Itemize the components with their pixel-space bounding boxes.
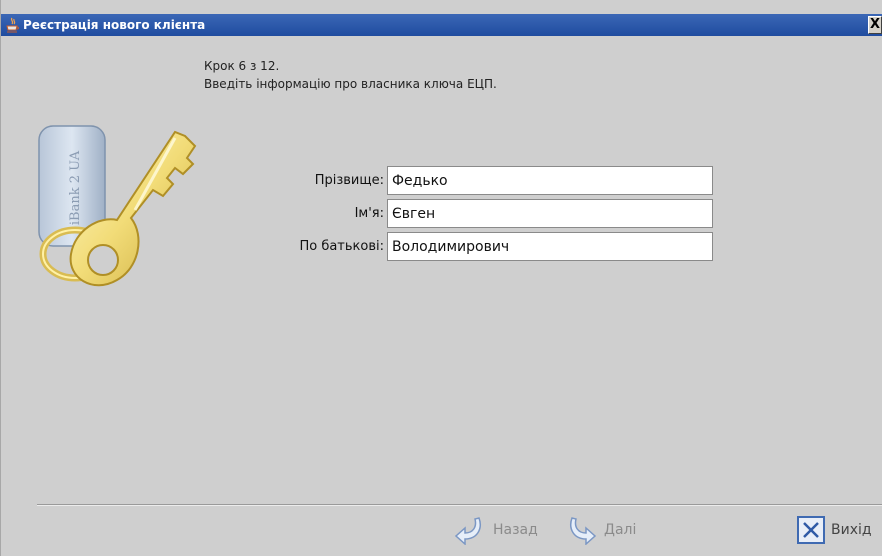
first-name-input[interactable] — [387, 199, 713, 228]
surname-label: Прізвище: — [314, 173, 384, 188]
back-button[interactable]: Назад — [453, 512, 538, 548]
java-app-icon — [6, 17, 19, 33]
window-title: Реєстрація нового клієнта — [23, 18, 206, 32]
first-name-label: Ім'я: — [354, 206, 384, 221]
back-label: Назад — [493, 522, 538, 538]
next-arrow-icon — [570, 517, 597, 545]
step-info: Крок 6 з 12. Введіть інформацію про влас… — [204, 57, 497, 93]
exit-label: Вихід — [831, 522, 872, 538]
back-arrow-icon — [454, 517, 481, 545]
title-bar[interactable]: Реєстрація нового клієнта — [1, 14, 882, 36]
token-brand-text: iBank 2 UA — [68, 150, 83, 225]
exit-icon — [797, 516, 825, 544]
next-label: Далі — [604, 522, 637, 538]
step-instruction: Введіть інформацію про власника ключа ЕЦ… — [204, 77, 497, 91]
registration-window: Реєстрація нового клієнта X Крок 6 з 12.… — [0, 0, 882, 556]
surname-input[interactable] — [387, 166, 713, 195]
step-counter: Крок 6 з 12. — [204, 59, 280, 73]
usb-key-icon: iBank 2 UA — [38, 125, 197, 287]
form-row-first-name: Ім'я: — [251, 199, 713, 228]
patronymic-label: По батькові: — [299, 239, 384, 254]
close-button[interactable]: X — [868, 16, 882, 34]
exit-button[interactable]: Вихід — [797, 513, 872, 547]
patronymic-input[interactable] — [387, 232, 713, 261]
form-row-surname: Прізвище: — [251, 166, 713, 195]
form-row-patronymic: По батькові: — [251, 232, 713, 261]
next-button[interactable]: Далі — [564, 512, 636, 548]
close-icon: X — [869, 17, 881, 32]
footer-divider — [37, 504, 882, 506]
